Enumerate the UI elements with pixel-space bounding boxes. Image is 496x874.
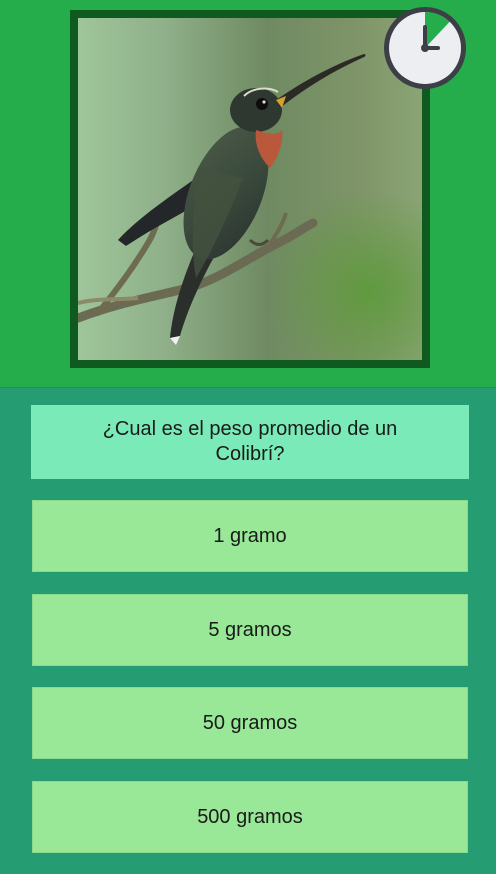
image-area	[0, 0, 496, 387]
answer-button-2[interactable]: 5 gramos	[32, 594, 468, 666]
clock-timer-icon	[382, 5, 468, 91]
answer-button-4[interactable]: 500 gramos	[32, 781, 468, 853]
quiz-panel: ¿Cual es el peso promedio de un Colibrí?…	[0, 387, 496, 874]
answer-button-3[interactable]: 50 gramos	[32, 687, 468, 759]
photo-frame	[70, 10, 430, 368]
question-box: ¿Cual es el peso promedio de un Colibrí?	[31, 405, 469, 479]
hummingbird-photo	[78, 18, 422, 360]
question-text: ¿Cual es el peso promedio de un Colibrí?	[102, 418, 398, 465]
answer-button-1[interactable]: 1 gramo	[32, 500, 468, 572]
